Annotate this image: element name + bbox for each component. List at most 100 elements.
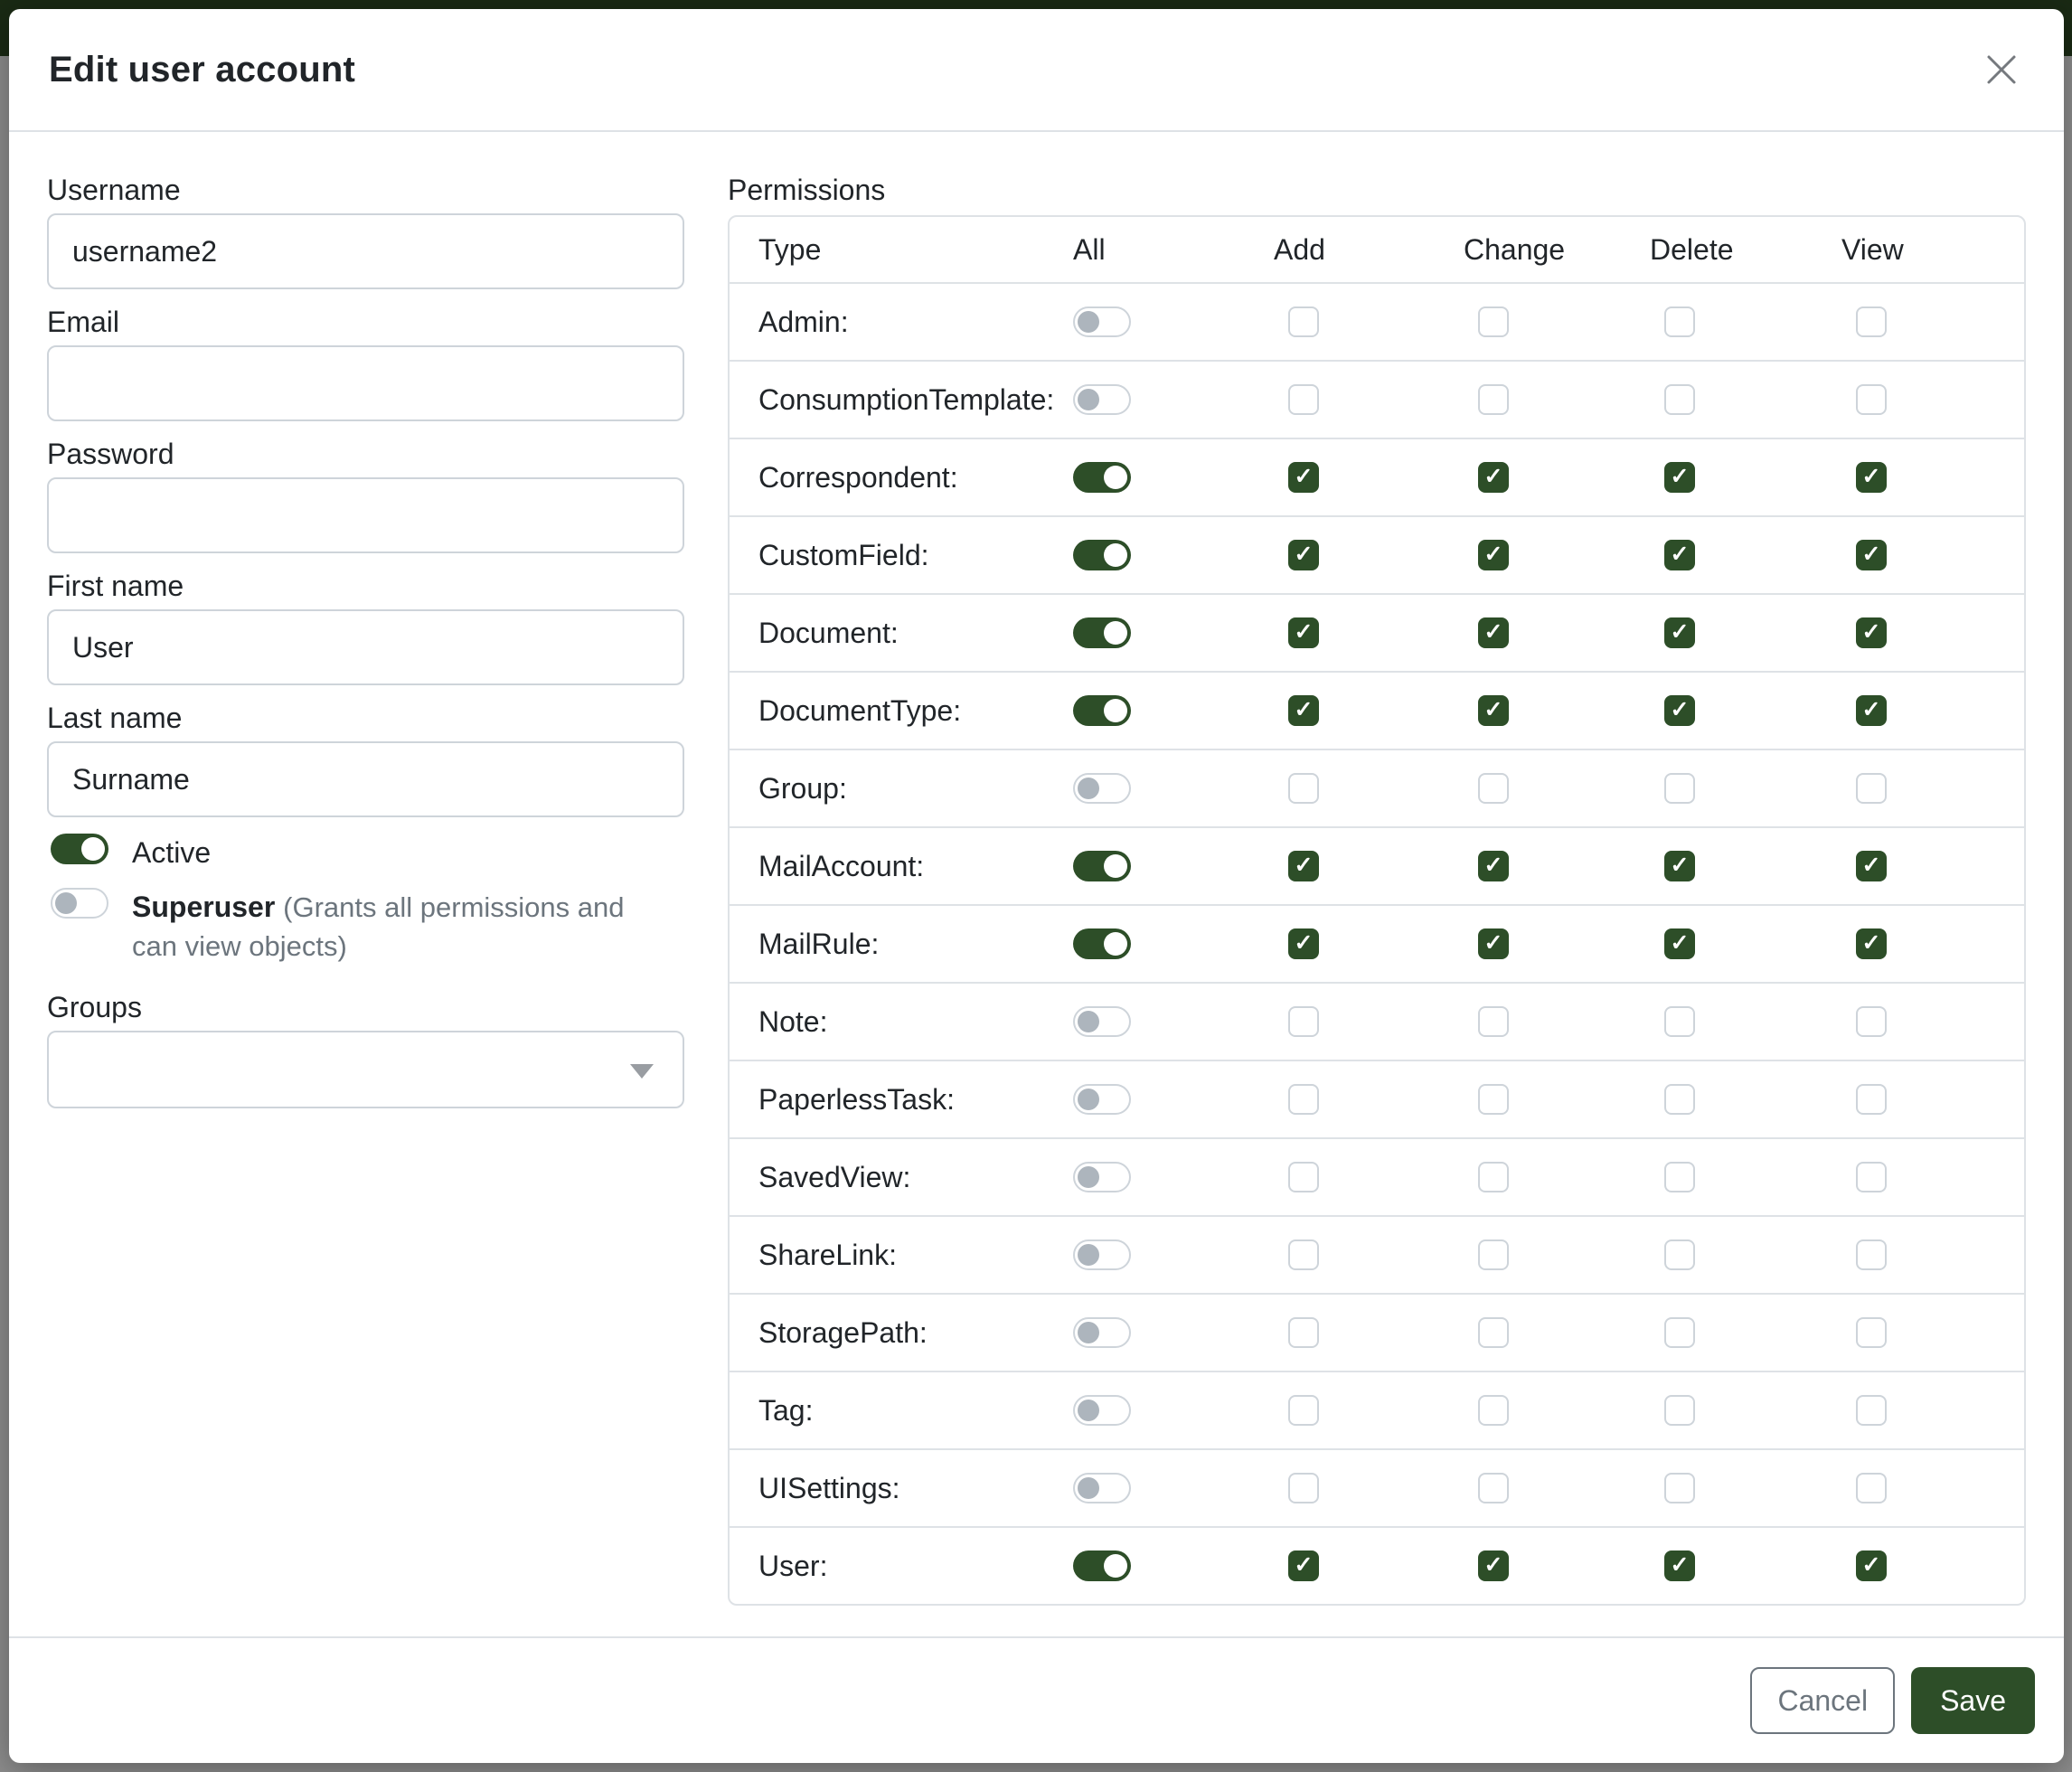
- change-checkbox[interactable]: [1478, 306, 1509, 337]
- change-checkbox[interactable]: ✓: [1478, 851, 1509, 881]
- view-checkbox[interactable]: ✓: [1856, 928, 1887, 959]
- modal-header: Edit user account: [9, 9, 2064, 132]
- add-checkbox[interactable]: [1288, 1084, 1319, 1115]
- all-toggle[interactable]: [1073, 1006, 1131, 1037]
- delete-checkbox[interactable]: [1664, 1084, 1695, 1115]
- view-checkbox[interactable]: ✓: [1856, 1550, 1887, 1581]
- delete-checkbox[interactable]: [1664, 1162, 1695, 1192]
- change-checkbox[interactable]: [1478, 1084, 1509, 1115]
- add-checkbox[interactable]: ✓: [1288, 695, 1319, 726]
- delete-checkbox[interactable]: [1664, 1395, 1695, 1426]
- change-checkbox[interactable]: ✓: [1478, 462, 1509, 493]
- add-checkbox[interactable]: [1288, 1473, 1319, 1503]
- delete-checkbox[interactable]: ✓: [1664, 851, 1695, 881]
- change-checkbox[interactable]: ✓: [1478, 617, 1509, 648]
- all-toggle[interactable]: [1073, 851, 1131, 881]
- add-checkbox[interactable]: [1288, 1239, 1319, 1270]
- all-toggle[interactable]: [1073, 540, 1131, 570]
- view-checkbox[interactable]: [1856, 1395, 1887, 1426]
- last-name-field[interactable]: [47, 741, 684, 817]
- change-checkbox[interactable]: [1478, 773, 1509, 804]
- change-checkbox[interactable]: [1478, 1473, 1509, 1503]
- groups-select[interactable]: [47, 1031, 684, 1108]
- all-toggle[interactable]: [1073, 1550, 1131, 1581]
- change-checkbox[interactable]: ✓: [1478, 928, 1509, 959]
- delete-checkbox[interactable]: ✓: [1664, 928, 1695, 959]
- delete-checkbox[interactable]: [1664, 1473, 1695, 1503]
- add-checkbox[interactable]: ✓: [1288, 928, 1319, 959]
- all-toggle[interactable]: [1073, 306, 1131, 337]
- delete-checkbox[interactable]: [1664, 1239, 1695, 1270]
- change-checkbox[interactable]: [1478, 1006, 1509, 1037]
- add-checkbox[interactable]: ✓: [1288, 851, 1319, 881]
- view-checkbox[interactable]: ✓: [1856, 540, 1887, 570]
- all-toggle[interactable]: [1073, 1473, 1131, 1503]
- toggle-knob: [1078, 1089, 1099, 1110]
- add-checkbox[interactable]: [1288, 1162, 1319, 1192]
- view-checkbox[interactable]: [1856, 384, 1887, 415]
- view-checkbox[interactable]: ✓: [1856, 462, 1887, 493]
- superuser-toggle[interactable]: [51, 888, 108, 919]
- all-toggle[interactable]: [1073, 1239, 1131, 1270]
- change-checkbox[interactable]: [1478, 1395, 1509, 1426]
- active-toggle[interactable]: [51, 834, 108, 864]
- change-checkbox[interactable]: ✓: [1478, 540, 1509, 570]
- delete-checkbox[interactable]: [1664, 306, 1695, 337]
- change-checkbox[interactable]: [1478, 1162, 1509, 1192]
- delete-checkbox[interactable]: [1664, 1006, 1695, 1037]
- view-checkbox[interactable]: [1856, 1006, 1887, 1037]
- add-checkbox[interactable]: [1288, 1006, 1319, 1037]
- permission-type-label: PaperlessTask:: [730, 1083, 1073, 1117]
- add-checkbox[interactable]: [1288, 1317, 1319, 1348]
- view-checkbox[interactable]: [1856, 1317, 1887, 1348]
- change-checkbox[interactable]: ✓: [1478, 695, 1509, 726]
- all-toggle[interactable]: [1073, 1317, 1131, 1348]
- delete-checkbox[interactable]: [1664, 1317, 1695, 1348]
- view-checkbox[interactable]: [1856, 306, 1887, 337]
- add-checkbox[interactable]: ✓: [1288, 462, 1319, 493]
- delete-checkbox[interactable]: ✓: [1664, 1550, 1695, 1581]
- view-checkbox[interactable]: [1856, 1084, 1887, 1115]
- delete-checkbox[interactable]: [1664, 773, 1695, 804]
- password-field[interactable]: [47, 477, 684, 553]
- change-checkbox[interactable]: [1478, 1239, 1509, 1270]
- all-toggle[interactable]: [1073, 1162, 1131, 1192]
- all-toggle[interactable]: [1073, 1084, 1131, 1115]
- change-checkbox[interactable]: [1478, 1317, 1509, 1348]
- add-checkbox[interactable]: [1288, 306, 1319, 337]
- close-button[interactable]: [1979, 47, 2024, 92]
- add-checkbox[interactable]: [1288, 384, 1319, 415]
- view-checkbox[interactable]: ✓: [1856, 695, 1887, 726]
- first-name-field[interactable]: [47, 609, 684, 685]
- all-toggle[interactable]: [1073, 384, 1131, 415]
- add-checkbox[interactable]: [1288, 773, 1319, 804]
- email-field[interactable]: [47, 345, 684, 421]
- save-button[interactable]: Save: [1911, 1667, 2035, 1734]
- delete-checkbox[interactable]: ✓: [1664, 540, 1695, 570]
- all-toggle[interactable]: [1073, 928, 1131, 959]
- view-checkbox[interactable]: [1856, 773, 1887, 804]
- all-toggle[interactable]: [1073, 617, 1131, 648]
- delete-checkbox[interactable]: [1664, 384, 1695, 415]
- delete-checkbox[interactable]: ✓: [1664, 462, 1695, 493]
- change-checkbox[interactable]: ✓: [1478, 1550, 1509, 1581]
- view-checkbox[interactable]: [1856, 1162, 1887, 1192]
- view-checkbox[interactable]: [1856, 1239, 1887, 1270]
- add-checkbox[interactable]: ✓: [1288, 1550, 1319, 1581]
- add-checkbox[interactable]: [1288, 1395, 1319, 1426]
- checkmark-icon: ✓: [1484, 699, 1503, 721]
- all-toggle[interactable]: [1073, 1395, 1131, 1426]
- all-toggle[interactable]: [1073, 695, 1131, 726]
- cancel-button[interactable]: Cancel: [1750, 1667, 1895, 1734]
- all-toggle[interactable]: [1073, 773, 1131, 804]
- all-toggle[interactable]: [1073, 462, 1131, 493]
- delete-checkbox[interactable]: ✓: [1664, 695, 1695, 726]
- username-input[interactable]: [47, 213, 684, 289]
- view-checkbox[interactable]: ✓: [1856, 617, 1887, 648]
- add-checkbox[interactable]: ✓: [1288, 617, 1319, 648]
- delete-checkbox[interactable]: ✓: [1664, 617, 1695, 648]
- change-checkbox[interactable]: [1478, 384, 1509, 415]
- view-checkbox[interactable]: [1856, 1473, 1887, 1503]
- view-checkbox[interactable]: ✓: [1856, 851, 1887, 881]
- add-checkbox[interactable]: ✓: [1288, 540, 1319, 570]
